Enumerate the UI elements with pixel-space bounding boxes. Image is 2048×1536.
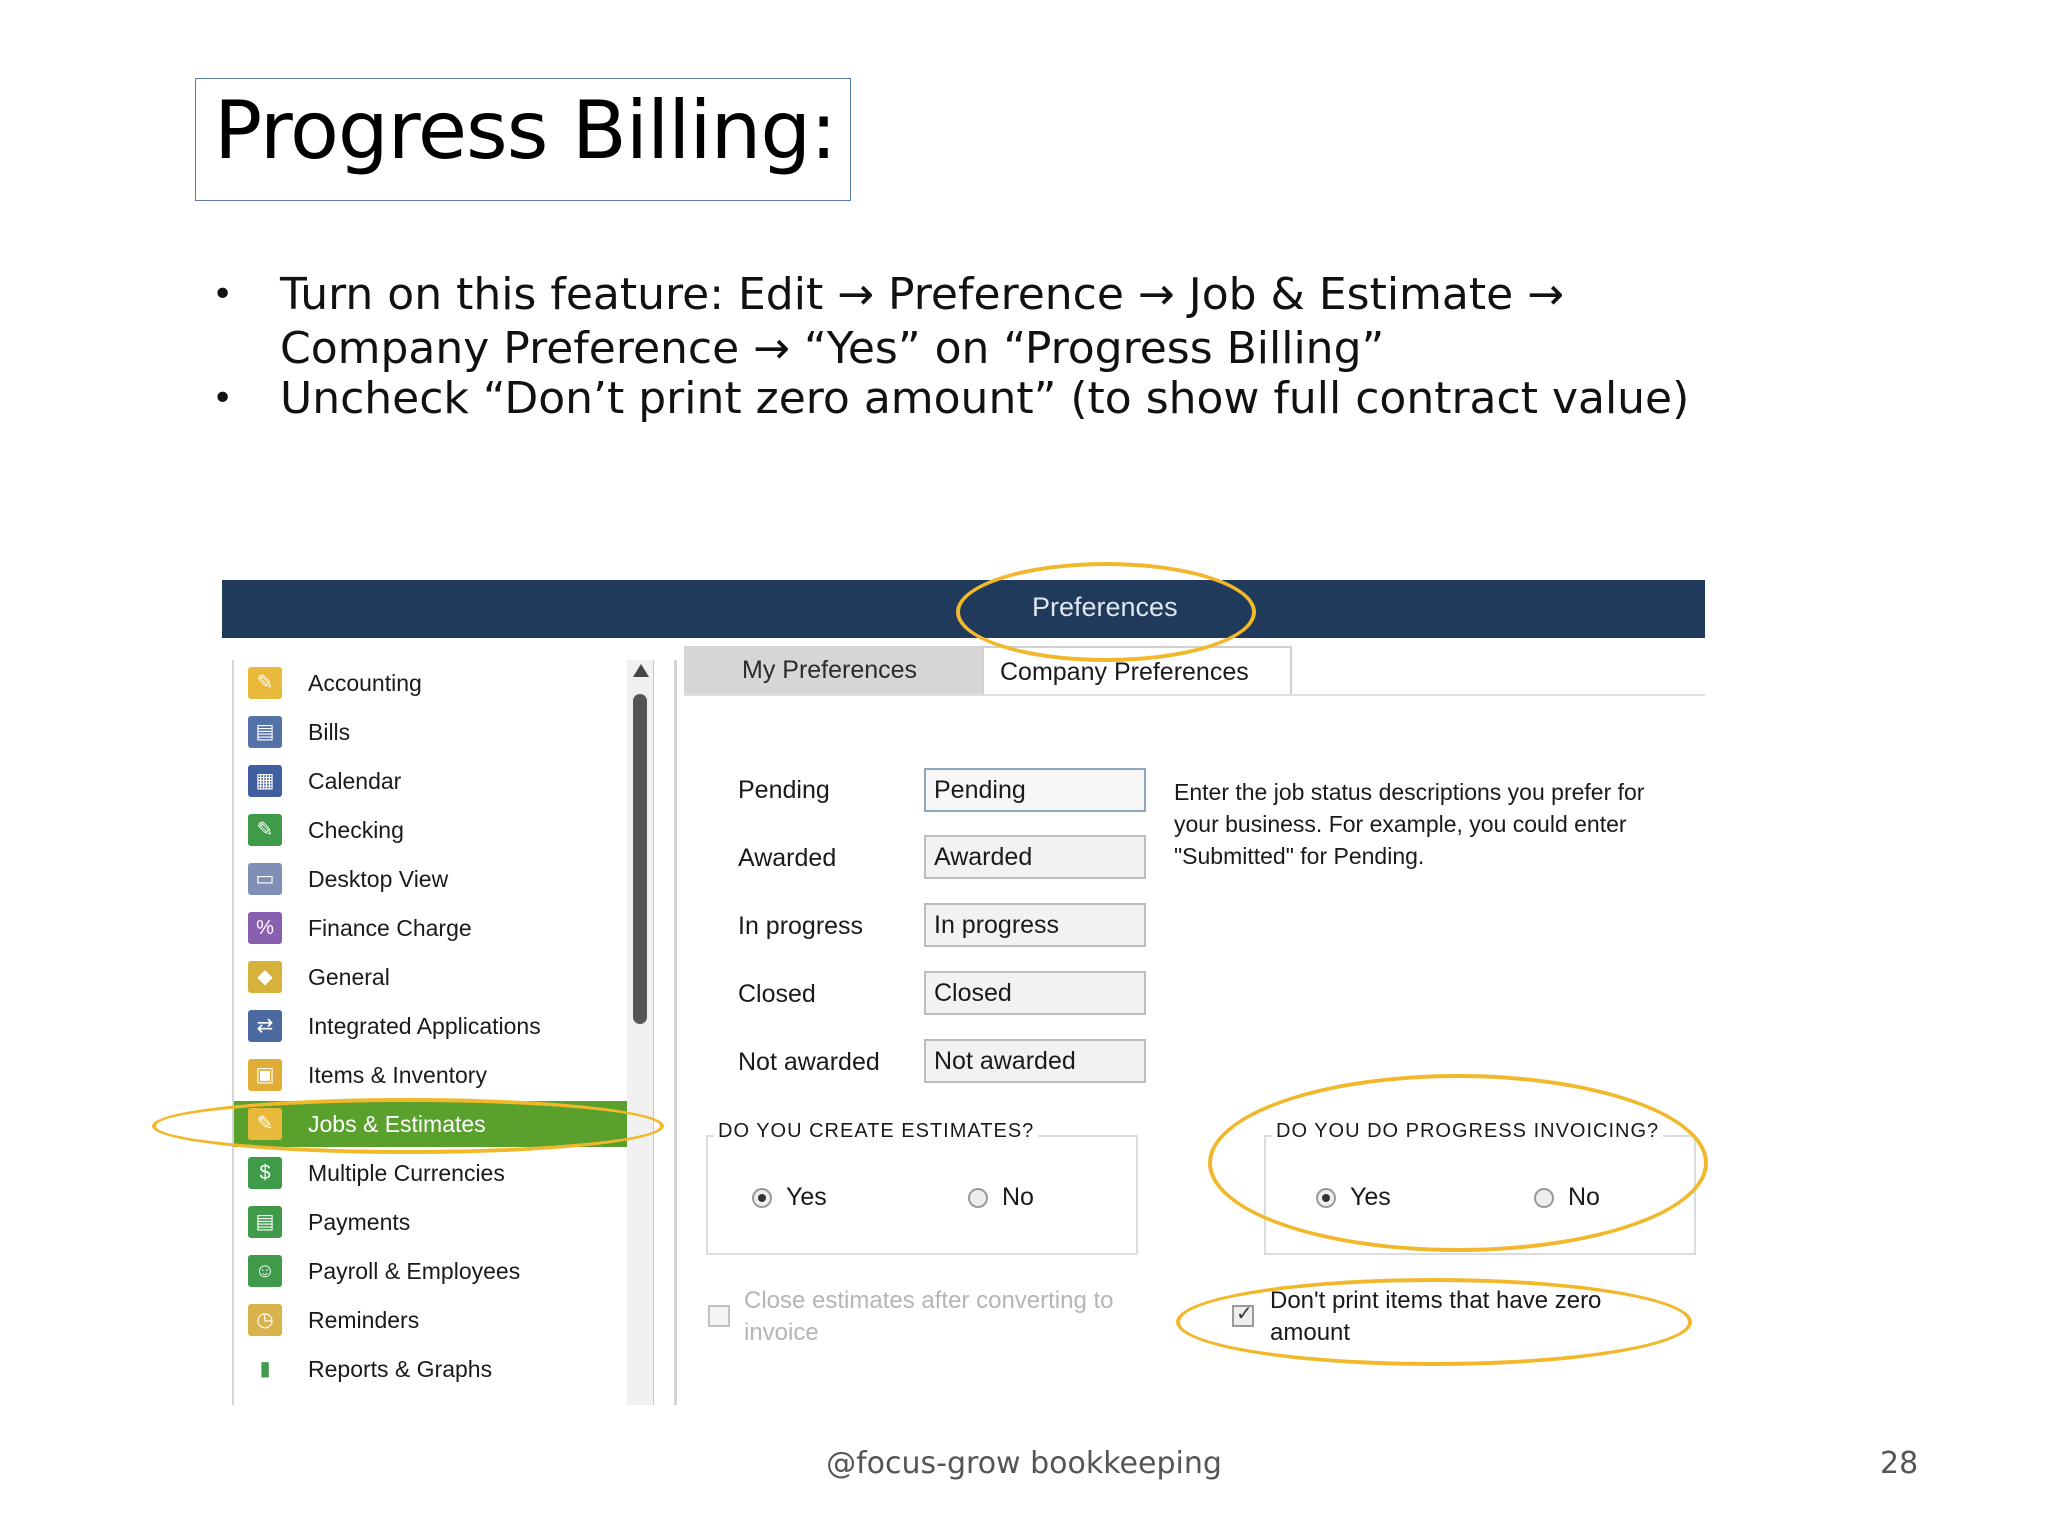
slide-footer: @focus-grow bookkeeping — [826, 1446, 1222, 1481]
not-awarded-label: Not awarded — [738, 1048, 880, 1076]
calendar-icon: ▦ — [248, 765, 282, 797]
percent-icon: % — [248, 912, 282, 944]
awarded-input[interactable]: Awarded — [924, 835, 1146, 879]
sidebar-item-label: Accounting — [308, 670, 422, 696]
tab-my-preferences[interactable]: My Preferences — [684, 646, 982, 694]
sidebar-item-label: Bills — [308, 719, 351, 745]
preferences-sidebar: ✎ Accounting ▤ Bills ▦ Calendar ✎ Checki… — [232, 660, 631, 1405]
sidebar-item-label: Calendar — [308, 768, 402, 794]
sidebar-item-multiple-currencies[interactable]: $ Multiple Currencies — [234, 1150, 627, 1196]
sidebar-item-integrated-applications[interactable]: ⇄ Integrated Applications — [234, 1003, 627, 1049]
estimates-no-radio[interactable] — [968, 1188, 988, 1208]
sidebar-item-label: Finance Charge — [308, 915, 472, 941]
bullet-item: • Uncheck “Don’t print zero amount” (to … — [212, 372, 1772, 426]
sidebar-item-desktop-view[interactable]: ▭ Desktop View — [234, 856, 627, 902]
sidebar-item-payroll-employees[interactable]: ☺ Payroll & Employees — [234, 1248, 627, 1294]
sidebar-item-accounting[interactable]: ✎ Accounting — [234, 660, 627, 706]
sidebar-item-payments[interactable]: ▤ Payments — [234, 1199, 627, 1245]
bullet-icon: • — [212, 378, 234, 419]
awarded-label: Awarded — [738, 844, 837, 872]
pending-input[interactable]: Pending — [924, 768, 1146, 812]
accounting-icon: ✎ — [248, 667, 282, 699]
slide-title: Progress Billing: — [214, 84, 837, 177]
sidebar-item-label: Reports & Graphs — [308, 1356, 493, 1382]
sidebar-item-reports-graphs[interactable]: ▮ Reports & Graphs — [234, 1346, 627, 1392]
estimates-group-title: DO YOU CREATE ESTIMATES? — [714, 1120, 1039, 1143]
job-status-help-text: Enter the job status descriptions you pr… — [1174, 779, 1645, 869]
checking-icon: ✎ — [248, 814, 282, 846]
close-estimates-label: Close estimates after converting to invo… — [744, 1287, 1114, 1346]
general-icon: ◆ — [248, 961, 282, 993]
sidebar-item-label: Checking — [308, 817, 404, 843]
zero-amount-highlight-ellipse — [1176, 1278, 1692, 1366]
sidebar-item-label: Reminders — [308, 1307, 420, 1333]
sidebar-scrollbar[interactable] — [627, 660, 654, 1405]
estimates-no-label[interactable]: No — [1002, 1183, 1034, 1212]
sidebar-item-checking[interactable]: ✎ Checking — [234, 807, 627, 853]
sidebar-item-label: Payments — [308, 1209, 411, 1235]
in-progress-input[interactable]: In progress — [924, 903, 1146, 947]
scroll-up-arrow-icon[interactable] — [633, 664, 649, 677]
bullet-item: • Turn on this feature: Edit → Preferenc… — [212, 268, 1772, 376]
bullet-text: Turn on this feature: Edit → Preference … — [280, 269, 1565, 374]
slide-title-box: Progress Billing: — [195, 78, 851, 201]
sidebar-item-bills[interactable]: ▤ Bills — [234, 709, 627, 755]
bar-chart-icon: ▮ — [248, 1353, 282, 1385]
sidebar-item-label: Desktop View — [308, 866, 449, 892]
payroll-icon: ☺ — [248, 1255, 282, 1287]
bullet-text: Uncheck “Don’t print zero amount” (to sh… — [280, 373, 1690, 424]
estimates-yes-label[interactable]: Yes — [786, 1183, 827, 1212]
currencies-icon: $ — [248, 1157, 282, 1189]
close-estimates-checkbox[interactable] — [708, 1305, 730, 1327]
boxes-icon: ▣ — [248, 1059, 282, 1091]
scrollbar-thumb[interactable] — [633, 694, 647, 1024]
alarm-clock-icon: ◷ — [248, 1304, 282, 1336]
sidebar-item-general[interactable]: ◆ General — [234, 954, 627, 1000]
progress-invoicing-highlight-ellipse — [1208, 1074, 1708, 1252]
sidebar-item-reminders[interactable]: ◷ Reminders — [234, 1297, 627, 1343]
sidebar-item-label: Integrated Applications — [308, 1013, 541, 1039]
closed-label: Closed — [738, 980, 816, 1008]
not-awarded-input[interactable]: Not awarded — [924, 1039, 1146, 1083]
sidebar-item-label: General — [308, 964, 390, 990]
preferences-highlight-ellipse — [956, 562, 1256, 662]
bills-icon: ▤ — [248, 716, 282, 748]
tab-underline — [684, 694, 1705, 696]
bullet-icon: • — [212, 274, 234, 315]
pending-label: Pending — [738, 776, 830, 804]
jobs-estimates-highlight-ellipse — [152, 1098, 664, 1154]
sidebar-item-calendar[interactable]: ▦ Calendar — [234, 758, 627, 804]
sidebar-item-finance-charge[interactable]: % Finance Charge — [234, 905, 627, 951]
panel-divider — [674, 660, 677, 1405]
bullet-list: • Turn on this feature: Edit → Preferenc… — [212, 268, 1772, 426]
in-progress-label: In progress — [738, 912, 864, 940]
page-number: 28 — [1880, 1446, 1919, 1481]
sidebar-item-items-inventory[interactable]: ▣ Items & Inventory — [234, 1052, 627, 1098]
payments-icon: ▤ — [248, 1206, 282, 1238]
closed-input[interactable]: Closed — [924, 971, 1146, 1015]
sidebar-item-label: Multiple Currencies — [308, 1160, 505, 1186]
estimates-yes-radio[interactable] — [752, 1188, 772, 1208]
sidebar-item-label: Items & Inventory — [308, 1062, 487, 1088]
desktop-view-icon: ▭ — [248, 863, 282, 895]
sidebar-item-label: Payroll & Employees — [308, 1258, 521, 1284]
integrated-apps-icon: ⇄ — [248, 1010, 282, 1042]
